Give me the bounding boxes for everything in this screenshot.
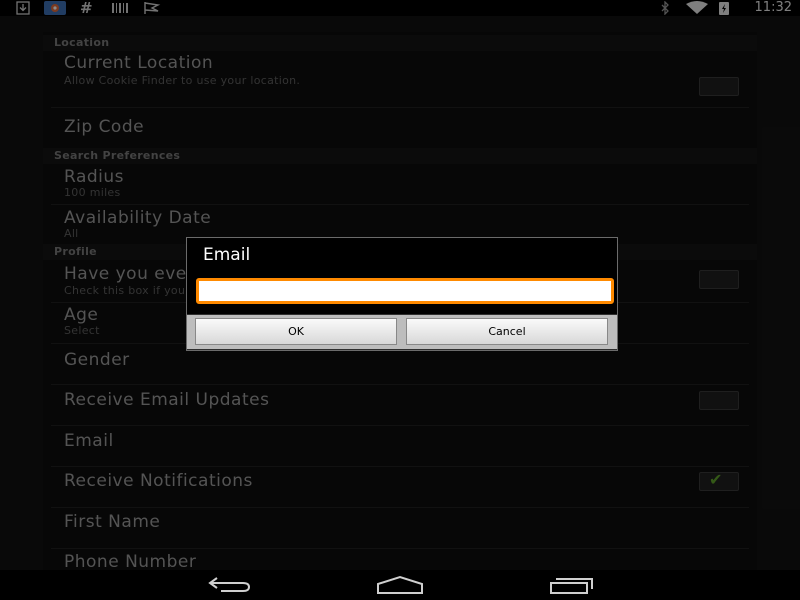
navigation-bar [0,570,800,600]
recent-apps-icon[interactable] [548,575,596,599]
dialog-button-bar: OK Cancel [187,315,617,349]
home-icon[interactable] [375,575,425,599]
dialog-title: Email [203,245,251,265]
dialog-header: Email [187,238,617,274]
cancel-button[interactable]: Cancel [406,318,608,345]
email-input[interactable] [196,278,614,304]
ok-button[interactable]: OK [195,318,397,345]
back-icon[interactable] [205,575,253,599]
email-dialog: Email OK Cancel [186,237,618,351]
